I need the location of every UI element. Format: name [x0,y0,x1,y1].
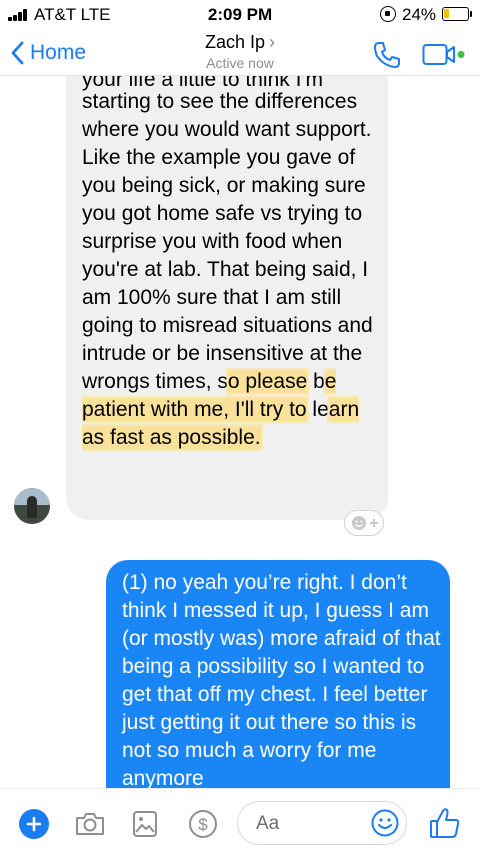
message-text-plain: b [307,370,325,393]
camera-button[interactable] [73,807,107,841]
payment-button[interactable]: $ [186,807,220,841]
battery-fill [444,9,449,18]
battery-icon [442,7,469,21]
add-reaction-button[interactable] [344,510,384,536]
chevron-left-icon [11,41,24,65]
emoji-button[interactable] [370,808,400,838]
message-input[interactable] [256,811,356,837]
message-input-container [237,801,407,845]
outgoing-message-text: (1) no yeah you’re right. I don’t think … [122,571,441,790]
status-bar: AT&T LTE 2:09 PM 24% [0,0,480,28]
more-actions-button[interactable] [19,809,49,839]
dollar-icon: $ [189,810,217,838]
message-text-plain: starting to see the differences where yo… [82,90,373,393]
contact-status: Active now [206,55,274,71]
video-call-button[interactable] [422,42,466,68]
battery-tip [470,11,472,17]
back-button[interactable]: Home [10,37,86,69]
rotation-lock-icon [380,6,396,22]
gallery-button[interactable] [128,807,162,841]
svg-text:$: $ [198,815,208,834]
message-text-plain: le [306,398,329,421]
avatar-person [27,496,37,518]
camera-icon [76,813,104,835]
back-button-label: Home [30,41,87,64]
conversation-header: Home Zach Ip › Active now [0,28,480,76]
highlighted-text: o please [227,370,308,393]
battery-percent: 24% [402,5,437,24]
plus-icon [26,816,42,832]
contact-info-button[interactable]: Zach Ip › Active now [140,32,340,71]
thumbs-up-icon [430,808,460,838]
video-camera-icon [422,44,465,65]
incoming-message-bubble[interactable]: your life a little to think I'm starting… [66,40,388,520]
message-list[interactable]: your life a little to think I'm starting… [0,0,480,855]
incoming-message-text: starting to see the differences where yo… [82,88,382,452]
composer-bar: $ [0,788,480,855]
like-button[interactable] [428,805,462,841]
smiley-icon [371,809,399,837]
voice-call-button[interactable] [372,40,402,70]
chevron-right-icon: › [269,32,276,52]
contact-name: Zach Ip [204,32,266,52]
phone-icon [374,42,400,68]
contact-avatar[interactable] [14,488,50,524]
image-icon [133,811,157,837]
add-reaction-icon [352,516,378,530]
